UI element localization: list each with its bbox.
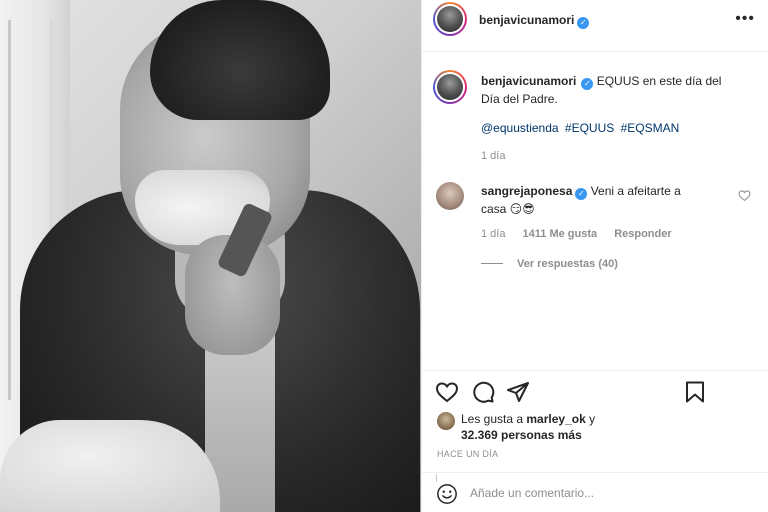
hashtag-link[interactable]: #EQUUS	[565, 121, 614, 135]
hashtag-link[interactable]: #EQSMAN	[621, 121, 680, 135]
author-username-link[interactable]: benjavicunamori ✓	[479, 13, 590, 29]
author-avatar[interactable]	[433, 2, 467, 36]
likes-summary: Les gusta a marley_ok y 32.369 personas …	[422, 410, 768, 446]
verified-badge-icon: ✓	[577, 17, 590, 29]
view-replies-button[interactable]: Ver respuestas (40)	[481, 258, 618, 270]
replies-divider-line	[481, 263, 503, 264]
likes-joiner: y	[589, 412, 596, 426]
caption-body: benjavicunamori ✓ EQUUS en este día del D…	[481, 72, 741, 108]
more-options-icon[interactable]: •••	[735, 10, 755, 28]
liker-avatar[interactable]	[437, 412, 455, 430]
add-comment-bar	[422, 472, 768, 512]
smiley-icon[interactable]	[436, 483, 458, 505]
likes-count[interactable]: 32.369 personas más	[461, 428, 582, 442]
paper-plane-icon[interactable]	[506, 380, 530, 404]
comment-like-heart-icon[interactable]	[738, 189, 751, 202]
post-side-panel: benjavicunamori ✓ ••• benjavicunamori ✓ EQ…	[421, 0, 768, 512]
comment-meta: 1 día 1411 Me gusta Responder	[481, 228, 686, 240]
post-time-ago[interactable]: HACE UN DÍA	[437, 449, 498, 459]
commenter-username[interactable]: sangrejaponesa	[481, 184, 572, 198]
reply-button[interactable]: Responder	[614, 228, 671, 240]
photo-hair	[150, 0, 330, 120]
caption-author-avatar[interactable]	[433, 70, 467, 104]
commenter-avatar[interactable]	[436, 182, 464, 210]
bookmark-icon[interactable]	[683, 380, 707, 404]
post-actions-bar	[422, 370, 768, 410]
view-replies-label[interactable]: Ver respuestas (40)	[517, 258, 618, 270]
liker-username[interactable]: marley_ok	[526, 412, 585, 426]
post-photo[interactable]	[0, 0, 421, 512]
comment-timestamp[interactable]: 1 día	[481, 228, 505, 240]
hashtag-link[interactable]: @equustienda	[481, 121, 559, 135]
comment-bubble-icon[interactable]	[471, 380, 495, 404]
verified-badge-icon: ✓	[575, 188, 588, 200]
caption-author-username[interactable]: benjavicunamori	[481, 74, 576, 88]
caption-hashtags: @equustienda #EQUUS #EQSMAN	[481, 121, 682, 135]
post-header: benjavicunamori ✓ •••	[422, 0, 768, 52]
verified-badge-icon: ✓	[581, 78, 594, 90]
comment-likes-count[interactable]: 1411 Me gusta	[523, 228, 598, 240]
likes-prefix: Les gusta a	[461, 412, 524, 426]
comment-body: sangrejaponesa ✓ Veni a afeitarte a casa …	[481, 182, 696, 218]
author-username[interactable]: benjavicunamori	[479, 13, 574, 27]
comment-input[interactable]	[470, 482, 700, 504]
caption-timestamp[interactable]: 1 día	[481, 150, 505, 162]
likes-text: Les gusta a marley_ok y 32.369 personas …	[461, 411, 661, 443]
heart-icon[interactable]	[435, 380, 459, 404]
